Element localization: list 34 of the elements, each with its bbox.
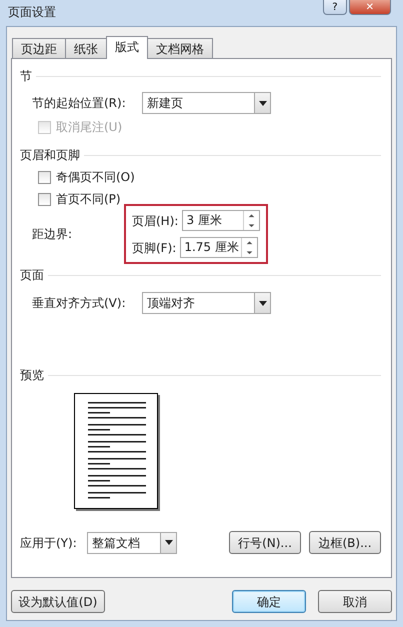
field-label: 节的起始位置(R): bbox=[32, 95, 127, 112]
section-heading: 节 bbox=[20, 68, 32, 85]
spin-field[interactable]: 3 厘米 bbox=[182, 210, 260, 231]
tab[interactable]: 版式 bbox=[106, 36, 148, 59]
dropdown-arrow-icon bbox=[258, 300, 266, 306]
checkbox-label: 首页不同(P) bbox=[56, 191, 121, 208]
spin-field[interactable]: 1.75 厘米 bbox=[180, 237, 258, 258]
field-label: 垂直对齐方式(V): bbox=[32, 295, 127, 312]
cancel-button[interactable]: 取消 bbox=[318, 590, 392, 613]
checkbox[interactable] bbox=[38, 192, 51, 206]
section-heading: 页面 bbox=[20, 267, 44, 284]
dialog-button[interactable]: 边框(B)... bbox=[309, 531, 381, 554]
field-label: 页眉(H): bbox=[132, 212, 178, 230]
ok-button[interactable]: 确定 bbox=[232, 590, 306, 613]
window-title: 页面设置 bbox=[7, 4, 56, 21]
help-button[interactable]: ? bbox=[323, 0, 347, 15]
tab[interactable]: 纸张 bbox=[65, 38, 107, 58]
checkbox-label: 奇偶页不同(O) bbox=[56, 169, 135, 186]
set-default-button[interactable]: 设为默认值(D) bbox=[11, 590, 105, 613]
section-heading: 页眉和页脚 bbox=[20, 147, 80, 164]
field-label: 距边界: bbox=[32, 226, 74, 243]
field-label: 页脚(F): bbox=[132, 240, 176, 256]
field-label: 应用于(Y): bbox=[20, 534, 78, 552]
section-heading: 预览 bbox=[20, 367, 44, 384]
dropdown-arrow-icon bbox=[164, 540, 172, 545]
apply-to-dropdown[interactable]: 整篇文档 bbox=[87, 532, 177, 554]
dropdown-arrow-icon bbox=[258, 100, 266, 106]
tab[interactable]: 文档网格 bbox=[147, 38, 213, 58]
dialog-button[interactable]: 行号(N)... bbox=[229, 531, 301, 554]
checkbox[interactable] bbox=[38, 170, 51, 184]
tab[interactable]: 页边距 bbox=[12, 38, 66, 58]
checkbox-label: 取消尾注(U) bbox=[56, 119, 122, 136]
section-start-dropdown[interactable]: 新建页 bbox=[142, 92, 271, 114]
vertical-alignment-dropdown[interactable]: 顶端对齐 bbox=[142, 292, 271, 314]
